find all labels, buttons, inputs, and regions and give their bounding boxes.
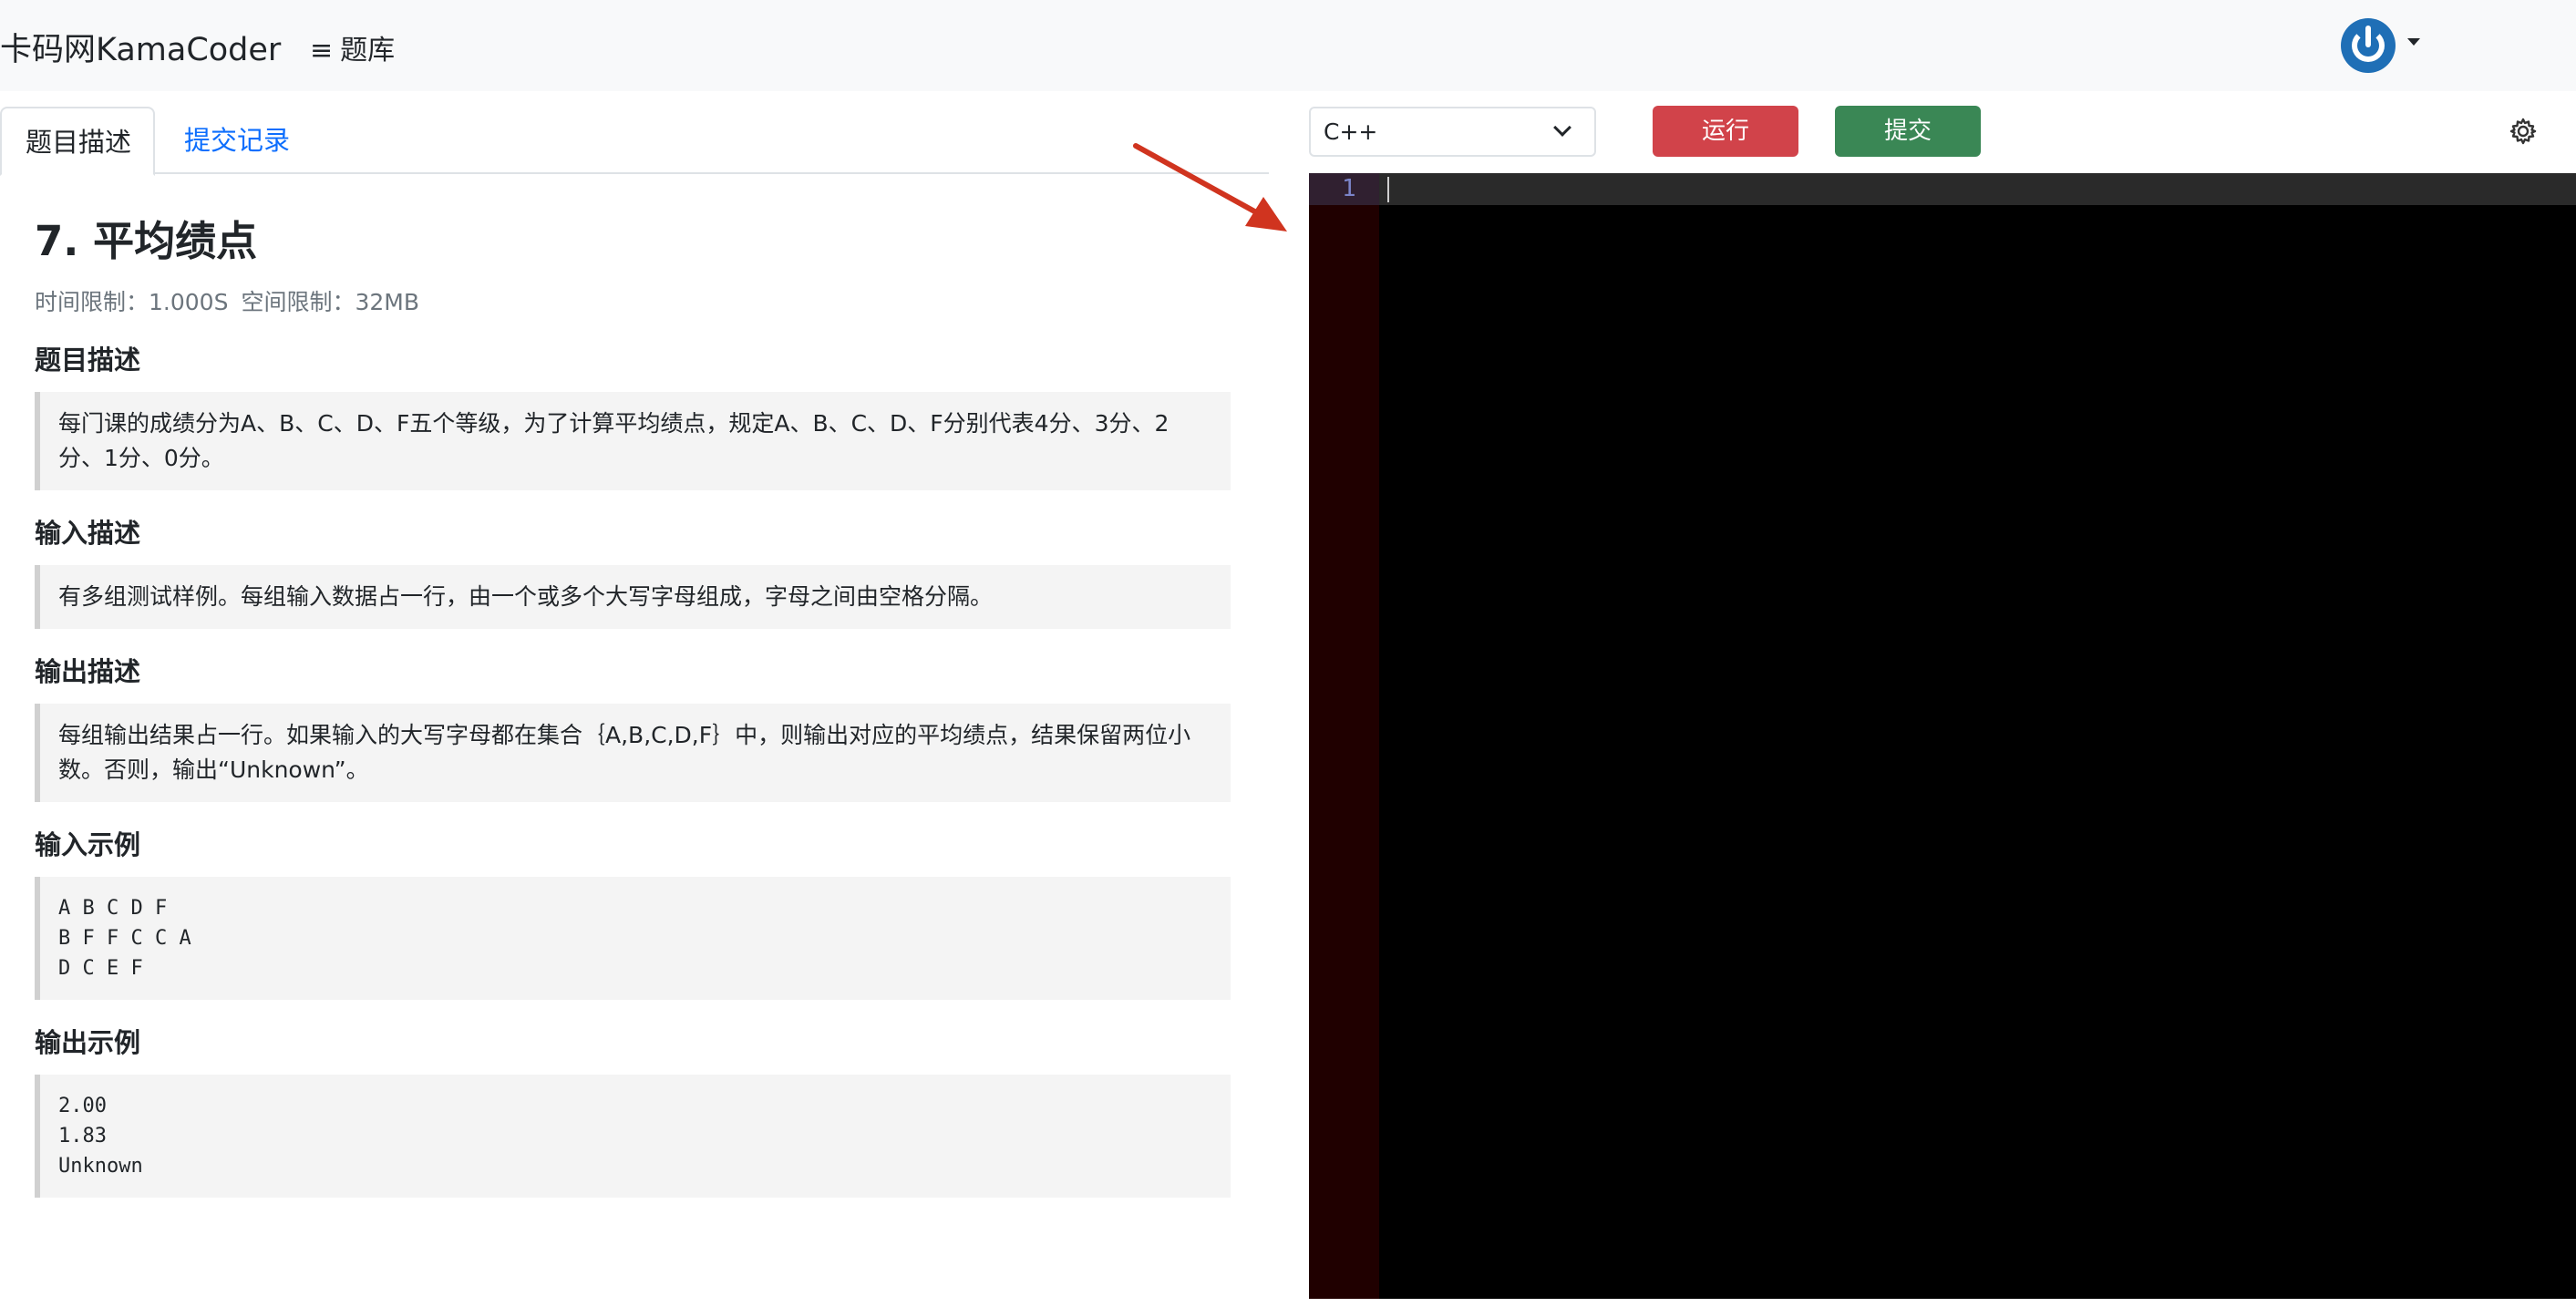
input-heading: 输入描述 <box>35 518 141 549</box>
problem-limits: 时间限制：1.000S 空间限制：32MB <box>35 284 1231 317</box>
output-text: 每组输出结果占一行。如果输入的大写字母都在集合｛A,B,C,D,F｝中，则输出对… <box>35 704 1231 802</box>
sample-input-heading: 输入示例 <box>35 829 141 860</box>
chevron-down-icon <box>1553 118 1571 137</box>
menu-icon: ≡ <box>310 35 334 67</box>
submit-button[interactable]: 提交 <box>1835 106 1981 157</box>
memory-limit: 空间限制：32MB <box>241 289 419 315</box>
user-avatar[interactable] <box>2341 18 2396 73</box>
brand-logo-text[interactable]: 卡码网KamaCoder <box>0 24 281 70</box>
run-button[interactable]: 运行 <box>1653 106 1798 157</box>
description-text: 每门课的成绩分为A、B、C、D、F五个等级，为了计算平均绩点，规定A、B、C、D… <box>35 392 1231 490</box>
problem-bank-menu[interactable]: ≡ 题库 <box>310 27 395 67</box>
active-line-highlight <box>1309 173 2576 205</box>
problem-title: 7. 平均绩点 <box>35 217 258 265</box>
language-select[interactable]: C++ <box>1309 107 1596 157</box>
sample-input-block: A B C D F B F F C C A D C E F <box>35 877 1231 1000</box>
output-heading: 输出描述 <box>35 656 141 687</box>
gear-icon[interactable] <box>2509 117 2538 146</box>
annotation-arrow-icon <box>1133 143 1287 232</box>
time-limit: 时间限制：1.000S <box>35 289 229 315</box>
sample-output-heading: 输出示例 <box>35 1027 141 1058</box>
problem-tabs: 题目描述 提交记录 <box>0 107 1269 176</box>
problem-panel: 7. 平均绩点 时间限制：1.000S 空间限制：32MB 题目描述 每门课的成绩… <box>35 210 1231 1198</box>
code-editor[interactable]: 1 <box>1309 173 2576 1299</box>
problem-bank-label: 题库 <box>340 35 396 67</box>
description-heading: 题目描述 <box>35 345 141 376</box>
top-navbar: 卡码网KamaCoder ≡ 题库 <box>0 0 2576 91</box>
text-cursor <box>1387 177 1389 202</box>
tab-submission-records[interactable]: 提交记录 <box>160 107 314 174</box>
sample-output-block: 2.00 1.83 Unknown <box>35 1075 1231 1198</box>
tab-problem-description[interactable]: 题目描述 <box>0 107 155 176</box>
line-number: 1 <box>1342 175 1356 202</box>
chevron-down-icon[interactable] <box>2407 38 2420 46</box>
input-text: 有多组测试样例。每组输入数据占一行，由一个或多个大写字母组成，字母之间由空格分隔… <box>35 565 1231 629</box>
language-value: C++ <box>1324 118 1378 145</box>
line-number-gutter <box>1309 173 1379 1299</box>
